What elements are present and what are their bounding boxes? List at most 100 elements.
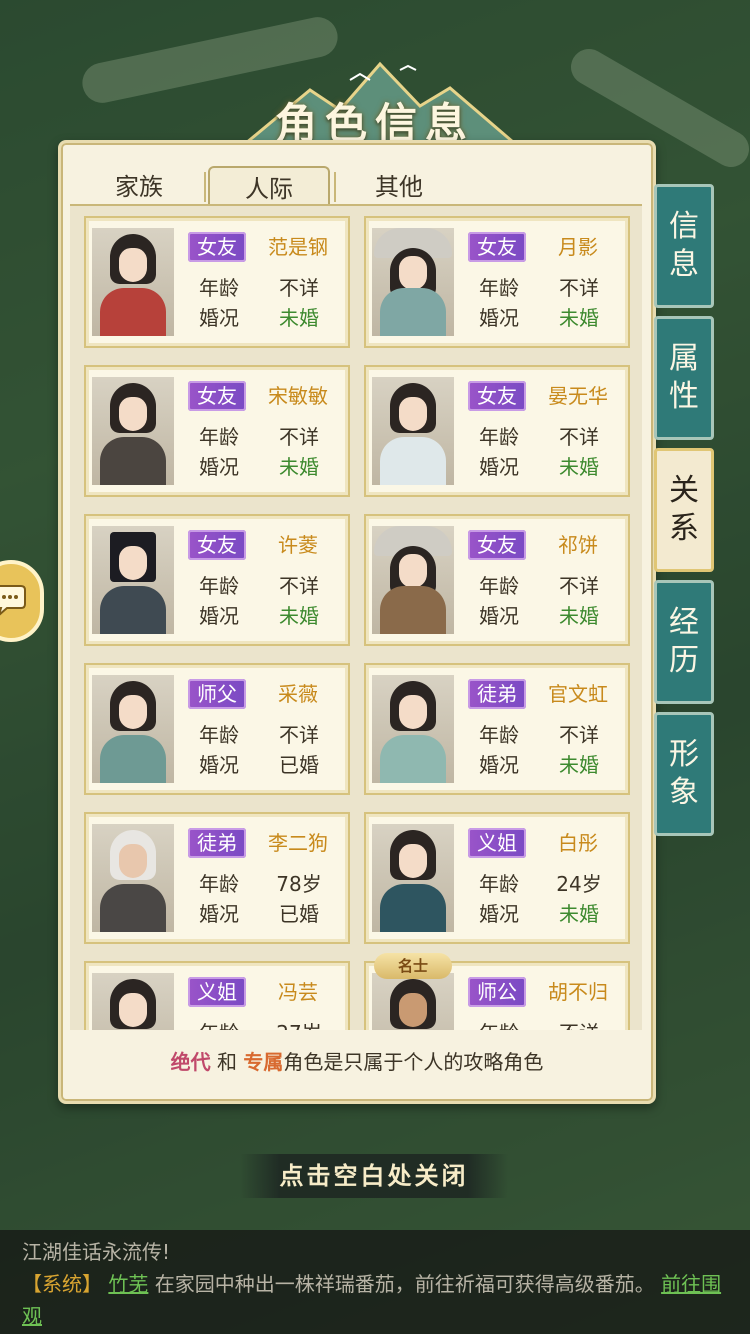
- chat-icon: [0, 585, 26, 616]
- footnote: 绝代 和 专属角色是只属于个人的攻略角色: [58, 1046, 656, 1075]
- marital-label: 婚况: [199, 306, 239, 330]
- marital-label: 婚况: [199, 902, 239, 926]
- character-name: 月影: [558, 235, 598, 259]
- character-name: 晏无华: [548, 384, 608, 408]
- character-card[interactable]: 女友 许菱 年龄 不详 婚况 未婚: [84, 514, 350, 646]
- chat-line: 【系统】 竹芜 在家园中种出一株祥瑞番茄，前往祈福可获得高级番茄。 前往围观: [22, 1268, 728, 1332]
- character-card[interactable]: 女友 范是钢 年龄 不详 婚况 未婚: [84, 216, 350, 348]
- character-card[interactable]: 徒弟 李二狗 年龄 78岁 婚况 已婚: [84, 812, 350, 944]
- age-label: 年龄: [199, 425, 239, 449]
- side-tab-char: 性: [669, 379, 699, 414]
- peerless-label: 绝代: [170, 1050, 211, 1074]
- character-portrait: [372, 377, 454, 485]
- age-value: 24岁: [556, 872, 602, 896]
- marital-label: 婚况: [479, 753, 519, 777]
- footnote-and: 和: [217, 1050, 237, 1074]
- age-value: 不详: [279, 276, 319, 300]
- relation-badge: 师公: [468, 977, 526, 1007]
- close-hint[interactable]: 点击空白处关闭: [240, 1154, 508, 1198]
- age-value: 不详: [559, 574, 599, 598]
- side-tab-char: 象: [669, 775, 699, 810]
- age-label: 年龄: [479, 425, 519, 449]
- side-tab-char: 息: [669, 247, 699, 282]
- tab-family[interactable]: 家族: [78, 166, 200, 206]
- character-portrait: [372, 675, 454, 783]
- marital-value: 未婚: [279, 306, 319, 330]
- age-value: 27岁: [254, 1017, 344, 1030]
- character-portrait: [92, 526, 174, 634]
- chat-log: 江湖佳话永流传! 【系统】 竹芜 在家园中种出一株祥瑞番茄，前往祈福可获得高级番…: [0, 1230, 750, 1334]
- footnote-text: 角色是只属于个人的攻略角色: [283, 1050, 544, 1074]
- side-tab-char: 属: [669, 341, 699, 376]
- age-value: 不详: [279, 723, 319, 747]
- age-value: 不详: [559, 723, 599, 747]
- relation-badge: 女友: [188, 232, 246, 262]
- relation-badge: 女友: [468, 232, 526, 262]
- side-tab-info[interactable]: 信 息: [654, 184, 714, 308]
- character-name: 官文虹: [548, 682, 608, 706]
- age-value: 78岁: [276, 872, 322, 896]
- marital-value: 未婚: [279, 455, 319, 479]
- character-portrait: [372, 973, 454, 1030]
- marital-value: 未婚: [279, 604, 319, 628]
- character-name: 冯芸: [278, 980, 318, 1004]
- relation-badge: 女友: [468, 381, 526, 411]
- marital-value: 已婚: [279, 753, 319, 777]
- age-label: 年龄: [479, 276, 519, 300]
- character-portrait: [92, 228, 174, 336]
- tab-divider: [334, 172, 336, 202]
- side-tab-attributes[interactable]: 属 性: [654, 316, 714, 440]
- character-card[interactable]: 师父 采薇 年龄 不详 婚况 已婚: [84, 663, 350, 795]
- character-portrait: [92, 973, 174, 1030]
- character-card[interactable]: 义姐 白彤 年龄 24岁 婚况 未婚: [364, 812, 630, 944]
- character-name: 祁饼: [558, 533, 598, 557]
- chat-message: 在家园中种出一株祥瑞番茄，前往祈福可获得高级番茄。: [154, 1272, 655, 1296]
- character-card[interactable]: 义姐 冯芸 年龄 27岁: [84, 961, 350, 1030]
- relation-badge: 师父: [188, 679, 246, 709]
- player-link[interactable]: 竹芜: [108, 1272, 148, 1296]
- character-name: 白彤: [558, 831, 598, 855]
- character-card[interactable]: 女友 祁饼 年龄 不详 婚况 未婚: [364, 514, 630, 646]
- character-card[interactable]: 名士 师公 胡不归 年龄 不详: [364, 953, 630, 1030]
- side-tab-char: 历: [669, 643, 699, 678]
- tab-bar: 家族 人际 其他: [78, 166, 466, 208]
- marital-value: 未婚: [559, 902, 599, 926]
- character-card[interactable]: 女友 晏无华 年龄 不详 婚况 未婚: [364, 365, 630, 497]
- relation-badge: 义姐: [188, 977, 246, 1007]
- relation-badge: 义姐: [468, 828, 526, 858]
- age-value: 不详: [559, 276, 599, 300]
- tab-relations[interactable]: 人际: [208, 166, 330, 208]
- character-portrait: [372, 526, 454, 634]
- character-card[interactable]: 徒弟 官文虹 年龄 不详 婚况 未婚: [364, 663, 630, 795]
- character-portrait: [92, 824, 174, 932]
- character-card[interactable]: 女友 月影 年龄 不详 婚况 未婚: [364, 216, 630, 348]
- character-card[interactable]: 女友 宋敏敏 年龄 不详 婚况 未婚: [84, 365, 350, 497]
- tab-other[interactable]: 其他: [338, 166, 460, 206]
- side-tab-char: 关: [669, 473, 699, 508]
- side-tab-appearance[interactable]: 形 象: [654, 712, 714, 836]
- character-name: 胡不归: [548, 980, 608, 1004]
- exclusive-label: 专属: [243, 1050, 284, 1074]
- character-name: 李二狗: [268, 831, 328, 855]
- age-label: 年龄: [470, 1017, 528, 1030]
- side-tab-history[interactable]: 经 历: [654, 580, 714, 704]
- marital-value: 未婚: [559, 753, 599, 777]
- marital-value: 未婚: [559, 306, 599, 330]
- marital-label: 婚况: [479, 306, 519, 330]
- side-tab-char: 信: [669, 209, 699, 244]
- tab-divider: [204, 172, 206, 202]
- relation-badge: 徒弟: [468, 679, 526, 709]
- age-value: 不详: [279, 425, 319, 449]
- age-value: 不详: [279, 574, 319, 598]
- system-tag: 【系统】: [22, 1272, 102, 1296]
- character-portrait: [372, 824, 454, 932]
- character-name: 许菱: [278, 533, 318, 557]
- character-grid[interactable]: 女友 范是钢 年龄 不详 婚况 未婚 女友 月影 年龄 不详 婚况 未婚 女友 …: [70, 206, 642, 1030]
- marital-label: 婚况: [199, 455, 239, 479]
- character-name: 范是钢: [268, 235, 328, 259]
- side-tab-relations[interactable]: 关 系: [654, 448, 714, 572]
- character-portrait: [92, 675, 174, 783]
- chat-line: 江湖佳话永流传!: [22, 1240, 171, 1264]
- marital-label: 婚况: [199, 604, 239, 628]
- age-label: 年龄: [199, 574, 239, 598]
